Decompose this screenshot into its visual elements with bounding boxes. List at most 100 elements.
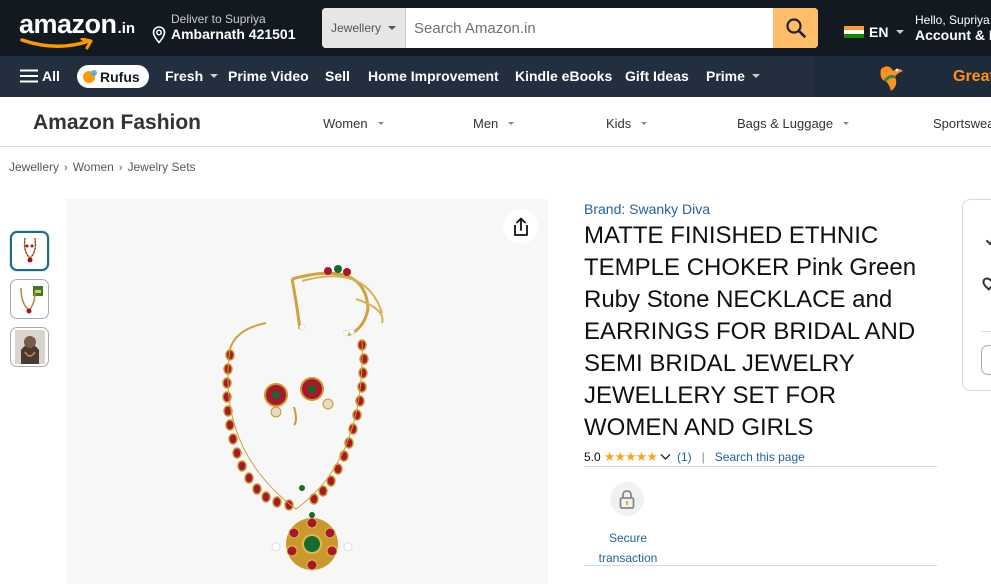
nav-item-label: Fresh — [165, 68, 204, 84]
fashion-brand-title[interactable]: Amazon Fashion — [33, 111, 201, 135]
category-label: Women — [323, 116, 368, 131]
india-flag-icon — [844, 25, 864, 39]
account-lists[interactable]: Hello, Supriya Account & L — [915, 13, 991, 44]
nav-item-prime-video[interactable]: Prime Video — [228, 68, 309, 84]
search-icon — [785, 18, 806, 38]
breadcrumb-link[interactable]: Jewellery — [9, 160, 59, 174]
fashion-subnav: Amazon Fashion Women Men Kids Bags & Lug… — [0, 97, 991, 147]
nav-all-label: All — [42, 68, 60, 84]
location-pin-icon — [980, 275, 991, 291]
language-label: EN — [869, 24, 889, 40]
divider — [584, 466, 937, 467]
search-button[interactable] — [773, 8, 818, 48]
account-label: Account & L — [915, 27, 991, 43]
top-header: amazon.in Deliver to Supriya Ambarnath 4… — [0, 0, 991, 56]
divider: | — [701, 450, 705, 464]
nav-item-home-improvement[interactable]: Home Improvement — [368, 68, 499, 84]
share-button[interactable] — [503, 209, 538, 244]
amazon-logo[interactable]: amazon.in — [19, 9, 136, 50]
fashion-category-bags[interactable]: Bags & Luggage — [737, 116, 850, 131]
chevron-down-icon — [508, 122, 515, 125]
category-label: Bags & Luggage — [737, 116, 834, 131]
nav-item-label: Kindle eBooks — [515, 68, 613, 84]
search-category-dropdown[interactable]: Jewellery — [322, 8, 406, 48]
rufus-label: Rufus — [100, 68, 140, 85]
promo-label: Great — [953, 68, 991, 85]
nav-all-menu[interactable]: All — [20, 68, 60, 84]
secure-transaction-link[interactable]: Secure transaction — [588, 528, 668, 568]
deliver-to[interactable]: Deliver to Supriya Ambarnath 421501 — [152, 12, 296, 44]
search-this-page-link[interactable]: Search this page — [715, 450, 805, 464]
promo-banner[interactable]: Great — [813, 56, 991, 97]
location-pin-icon — [152, 26, 166, 44]
nav-item-fresh[interactable]: Fresh — [165, 68, 219, 84]
divider — [584, 565, 937, 566]
fashion-category-women[interactable]: Women — [323, 116, 384, 131]
breadcrumb: Jewellery › Women › Jewelry Sets — [9, 160, 196, 174]
nav-item-kindle-ebooks[interactable]: Kindle eBooks — [515, 68, 612, 84]
nav-item-label: Gift Ideas — [625, 68, 689, 84]
fashion-category-men[interactable]: Men — [473, 116, 515, 131]
chevron-down-icon — [210, 74, 219, 78]
product-thumbnail[interactable] — [10, 279, 49, 319]
category-label: Sportswear — [933, 116, 991, 131]
secure-transaction-icon[interactable] — [610, 482, 644, 516]
chevron-down-icon — [751, 74, 760, 78]
thumbnail-image — [19, 286, 43, 314]
necklace-image — [222, 265, 384, 571]
account-greeting: Hello, Supriya — [915, 13, 990, 27]
thumbnail-image — [14, 330, 45, 364]
breadcrumb-separator: › — [118, 162, 123, 174]
search-category-label: Jewellery — [330, 21, 381, 35]
rating-count-link[interactable]: (1) — [677, 450, 692, 464]
deliver-line2: Ambarnath 421501 — [171, 26, 296, 42]
chevron-down-icon — [377, 122, 384, 125]
chevron-down-icon — [896, 30, 905, 34]
chevron-down-icon — [843, 122, 850, 125]
festive-bird-icon — [880, 66, 903, 91]
nav-bar: All Rufus Fresh Prime Video Sell Home Im… — [0, 56, 991, 97]
nav-item-label: Sell — [325, 68, 350, 84]
nav-item-label: Prime Video — [228, 68, 309, 84]
buy-box — [962, 199, 991, 391]
fashion-category-kids[interactable]: Kids — [606, 116, 648, 131]
nav-item-sell[interactable]: Sell — [325, 68, 350, 84]
share-icon — [513, 217, 528, 236]
rufus-button[interactable]: Rufus — [77, 65, 149, 88]
fashion-category-sportswear[interactable]: Sportswear — [933, 116, 991, 131]
category-label: Kids — [606, 116, 632, 131]
thumbnail-image — [23, 237, 36, 263]
brand-link[interactable]: Brand: Swanky Diva — [584, 201, 710, 217]
logo-text: amazon — [19, 9, 117, 39]
rating-value: 5.0 — [584, 450, 601, 464]
product-thumbnail[interactable] — [10, 231, 49, 271]
breadcrumb-link[interactable]: Jewelry Sets — [128, 160, 196, 174]
chevron-down-icon[interactable] — [660, 453, 671, 461]
rufus-icon — [83, 69, 97, 83]
star-rating-icon[interactable]: ★★★★★ — [604, 449, 658, 465]
nav-item-prime[interactable]: Prime — [706, 68, 760, 84]
breadcrumb-link[interactable]: Women — [73, 160, 114, 174]
product-thumbnail[interactable] — [10, 327, 49, 367]
nav-item-gift-ideas[interactable]: Gift Ideas — [625, 68, 689, 84]
buy-box-button[interactable] — [981, 345, 991, 375]
hamburger-icon — [20, 69, 38, 83]
product-title: MATTE FINISHED ETHNIC TEMPLE CHOKER Pink… — [584, 222, 917, 441]
nav-item-label: Prime — [706, 68, 745, 84]
divider — [981, 331, 991, 332]
search-input[interactable] — [406, 8, 773, 48]
breadcrumb-separator: › — [64, 162, 68, 174]
chevron-icon — [985, 236, 991, 246]
category-label: Men — [473, 116, 499, 131]
chevron-down-icon — [641, 122, 648, 125]
nav-item-label: Home Improvement — [368, 68, 499, 84]
deliver-line1: Deliver to Supriya — [171, 12, 266, 26]
lock-icon — [619, 490, 635, 509]
logo-smile-icon — [20, 38, 93, 50]
rating-row: 5.0 ★★★★★ (1) | Search this page — [584, 449, 805, 465]
logo-tld: .in — [117, 20, 136, 37]
product-main-image[interactable] — [66, 199, 548, 584]
language-selector[interactable]: EN — [844, 24, 905, 40]
search-bar: Jewellery — [322, 8, 818, 48]
chevron-down-icon — [388, 26, 396, 30]
